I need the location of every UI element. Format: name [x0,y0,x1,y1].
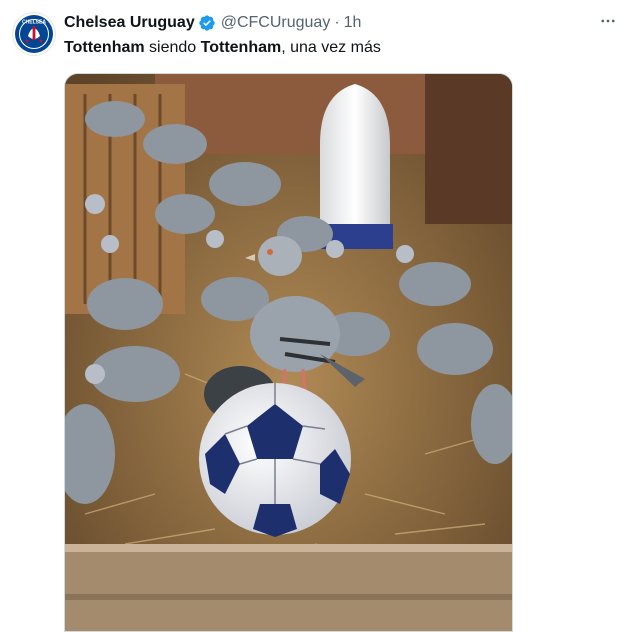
user-handle[interactable]: @CFCUruguay [221,14,331,32]
timestamp[interactable]: 1h [344,14,362,32]
avatar[interactable]: CHELSEA [12,12,56,56]
more-options-icon[interactable] [597,10,619,32]
tweet-text-bold-1: Tottenham [64,39,145,56]
chelsea-crest-icon: CHELSEA [15,15,53,53]
display-name[interactable]: Chelsea Uruguay [64,14,195,32]
tweet-media-image[interactable] [64,73,513,632]
pigeons-football-photo [65,74,512,631]
avatar-crest-text: CHELSEA [22,20,46,26]
tweet-header: Chelsea Uruguay @CFCUruguay · 1h [64,12,589,34]
separator-dot: · [334,14,340,31]
tweet-text-bold-2: Tottenham [200,39,282,56]
tweet-text-part-4: , una vez más [281,39,381,56]
tweet-text: Tottenham siendo Tottenham, una vez más [64,37,381,59]
verified-badge-icon [198,14,216,32]
tweet-text-part-2: siendo [144,39,201,56]
